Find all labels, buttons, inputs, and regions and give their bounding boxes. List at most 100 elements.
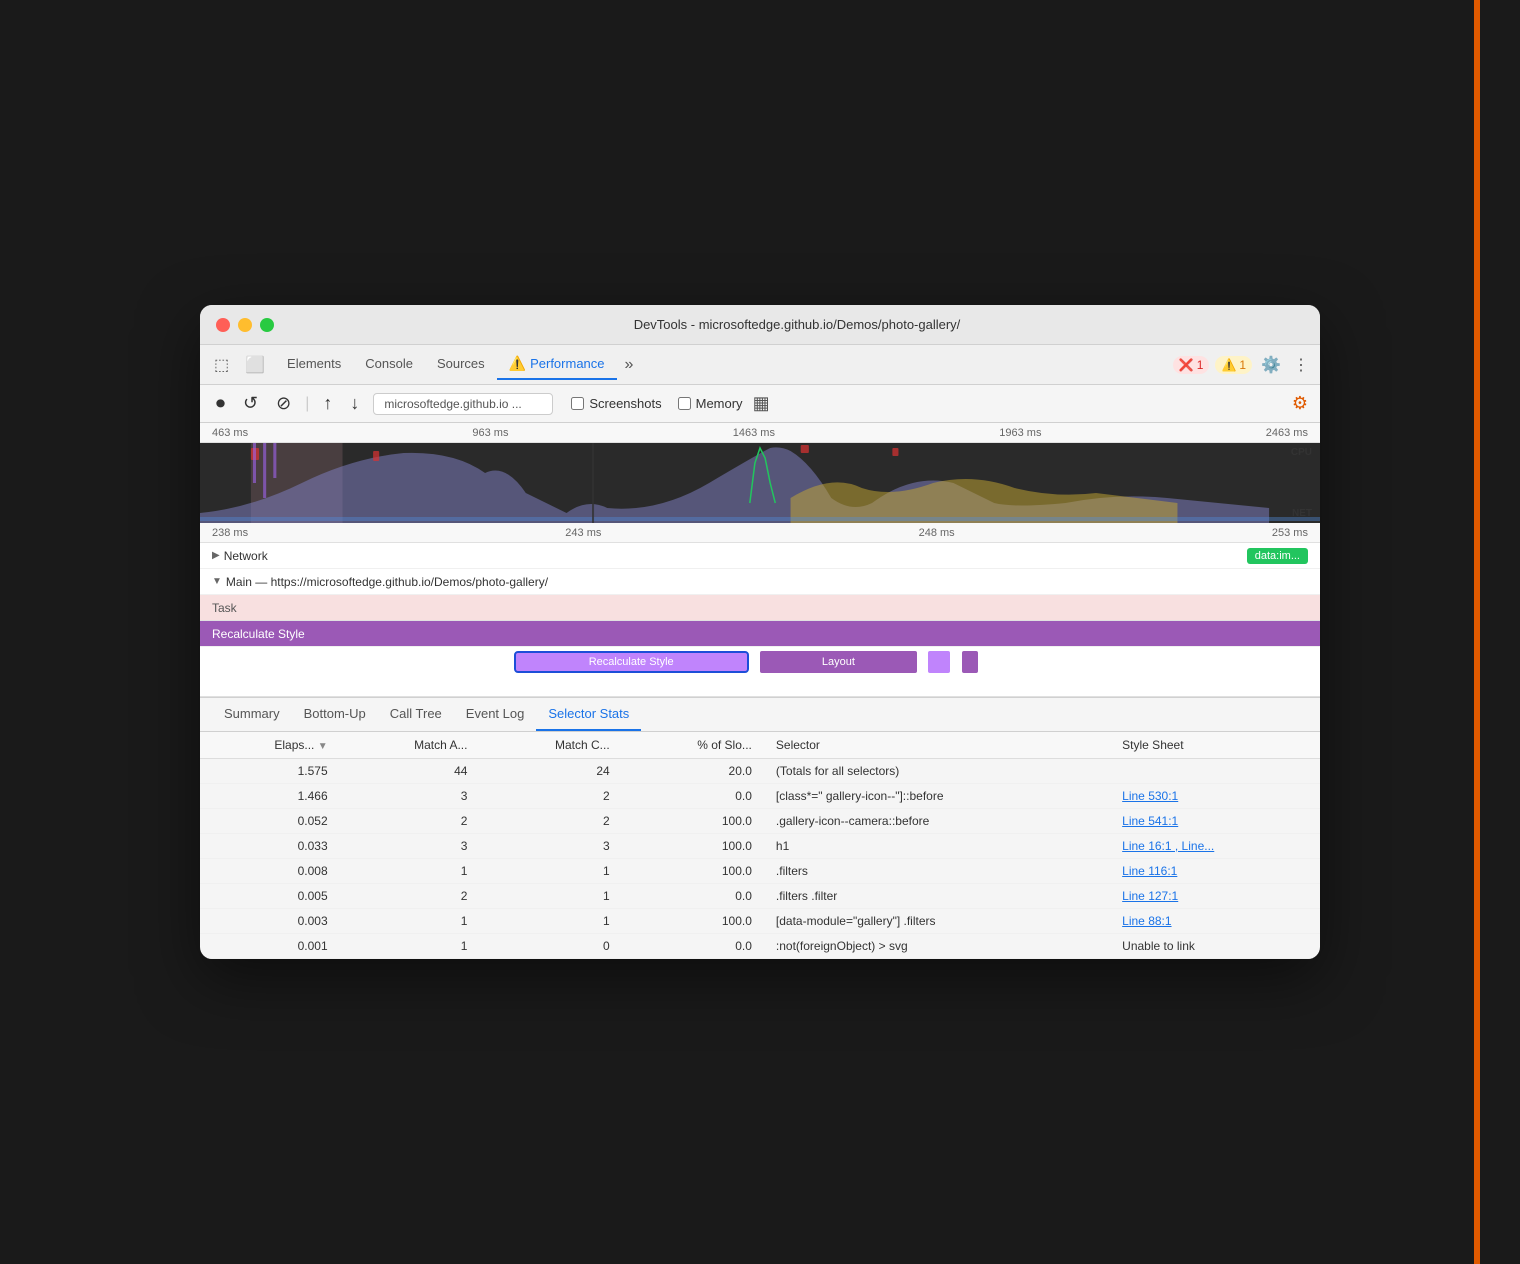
ruler-mark-5: 2463 ms xyxy=(1266,427,1308,439)
memory-checkbox-label[interactable]: Memory xyxy=(678,396,743,411)
network-expand-arrow[interactable]: ▶ xyxy=(212,550,220,561)
error-icon: ❌ xyxy=(1179,358,1194,372)
table-row[interactable]: 0.00811100.0.filtersLine 116:1 xyxy=(200,859,1320,884)
cell-selector: (Totals for all selectors) xyxy=(764,759,1110,784)
cell-stylesheet[interactable]: Line 16:1 , Line... xyxy=(1110,834,1320,859)
table-row[interactable]: 0.03333100.0h1Line 16:1 , Line... xyxy=(200,834,1320,859)
recalc-block-label: Recalculate Style xyxy=(589,656,674,668)
screenshots-checkbox-label[interactable]: Screenshots xyxy=(571,396,661,411)
col-match-a[interactable]: Match A... xyxy=(340,732,480,759)
cell-stylesheet[interactable]: Line 116:1 xyxy=(1110,859,1320,884)
tab-overflow[interactable]: » xyxy=(617,350,642,380)
upload-button[interactable]: ↑ xyxy=(319,391,336,416)
timeline-graph[interactable]: CPU NET xyxy=(200,443,1320,523)
reload-button[interactable]: ↺ xyxy=(239,391,262,416)
tab-summary[interactable]: Summary xyxy=(212,698,292,731)
cell-pct: 0.0 xyxy=(622,884,764,909)
recalc-flame-row[interactable]: Recalculate Style xyxy=(200,621,1320,647)
cell-selector: .filters xyxy=(764,859,1110,884)
network-label: Network xyxy=(224,549,268,563)
cell-match-c: 1 xyxy=(479,909,621,934)
task-label: Task xyxy=(212,601,237,615)
flame-blocks[interactable]: Recalculate Style Layout xyxy=(200,647,1320,697)
memory-checkbox[interactable] xyxy=(678,397,691,410)
inspect-icon[interactable]: ⬚ xyxy=(208,351,235,379)
table-row[interactable]: 0.00311100.0[data-module="gallery"] .fil… xyxy=(200,909,1320,934)
record-button[interactable]: ⏺ xyxy=(212,391,229,416)
timeline-section: 463 ms 963 ms 1463 ms 1963 ms 2463 ms xyxy=(200,423,1320,543)
cell-stylesheet[interactable]: Line 530:1 xyxy=(1110,784,1320,809)
settings-icon[interactable]: ⚙️ xyxy=(1258,352,1284,378)
table-row[interactable]: 0.05222100.0.gallery-icon--camera::befor… xyxy=(200,809,1320,834)
col-selector[interactable]: Selector xyxy=(764,732,1110,759)
cell-elapsed: 0.003 xyxy=(200,909,340,934)
cell-stylesheet[interactable]: Line 88:1 xyxy=(1110,909,1320,934)
device-icon[interactable]: ⬜ xyxy=(239,351,271,379)
small-block-2[interactable] xyxy=(962,651,979,673)
ruler2-mark-1: 238 ms xyxy=(212,527,248,539)
cpu-label: CPU xyxy=(1291,447,1312,458)
cell-elapsed: 0.033 xyxy=(200,834,340,859)
task-flame-row[interactable]: Task xyxy=(200,595,1320,621)
tab-performance[interactable]: ⚠️ Performance xyxy=(497,349,617,380)
ruler-mark-3: 1463 ms xyxy=(733,427,775,439)
col-stylesheet[interactable]: Style Sheet xyxy=(1110,732,1320,759)
perf-settings-icon[interactable]: ⚙ xyxy=(1292,393,1308,414)
tab-elements[interactable]: Elements xyxy=(275,350,353,379)
cell-pct: 100.0 xyxy=(622,859,764,884)
window-title: DevTools - microsoftedge.github.io/Demos… xyxy=(290,317,1304,332)
tab-selector-stats[interactable]: Selector Stats xyxy=(536,698,641,731)
tab-bottom-up[interactable]: Bottom-Up xyxy=(292,698,378,731)
maximize-button[interactable] xyxy=(260,318,274,332)
table-row[interactable]: 0.005210.0.filters .filterLine 127:1 xyxy=(200,884,1320,909)
cell-match-a: 1 xyxy=(340,909,480,934)
small-block-1[interactable] xyxy=(928,651,950,673)
main-collapse-arrow[interactable]: ▼ xyxy=(212,576,222,587)
error-badge: ❌ 1 xyxy=(1173,356,1210,374)
download-button[interactable]: ↓ xyxy=(346,391,363,416)
more-icon[interactable]: ⋮ xyxy=(1290,352,1312,378)
table-row[interactable]: 0.001100.0:not(foreignObject) > svgUnabl… xyxy=(200,934,1320,959)
cell-stylesheet[interactable]: Line 541:1 xyxy=(1110,809,1320,834)
stop-button[interactable]: ⊘ xyxy=(272,391,295,416)
table-body: 1.575442420.0(Totals for all selectors)1… xyxy=(200,759,1320,959)
data-table-wrapper: Elaps... ▼ Match A... Match C... % of Sl… xyxy=(200,732,1320,959)
cell-stylesheet[interactable]: Line 127:1 xyxy=(1110,884,1320,909)
tab-call-tree[interactable]: Call Tree xyxy=(378,698,454,731)
cell-pct: 100.0 xyxy=(622,809,764,834)
minimize-button[interactable] xyxy=(238,318,252,332)
close-button[interactable] xyxy=(216,318,230,332)
cell-selector: h1 xyxy=(764,834,1110,859)
tabs: Elements Console Sources ⚠️ Performance … xyxy=(275,349,1169,380)
cell-match-a: 3 xyxy=(340,784,480,809)
timeline-ruler-bottom: 238 ms 243 ms 248 ms 253 ms xyxy=(200,523,1320,543)
cell-match-a: 44 xyxy=(340,759,480,784)
warning-icon: ⚠️ xyxy=(1221,358,1236,372)
selector-stats-table: Elaps... ▼ Match A... Match C... % of Sl… xyxy=(200,732,1320,959)
screenshot-tool-icon[interactable]: ▦ xyxy=(753,393,770,414)
recalc-block[interactable]: Recalculate Style xyxy=(514,651,749,673)
layout-block[interactable]: Layout xyxy=(760,651,917,673)
tab-bar: ⬚ ⬜ Elements Console Sources ⚠️ Performa… xyxy=(200,345,1320,385)
screenshots-checkbox[interactable] xyxy=(571,397,584,410)
tab-sources[interactable]: Sources xyxy=(425,350,497,379)
tab-console[interactable]: Console xyxy=(353,350,425,379)
col-match-c[interactable]: Match C... xyxy=(479,732,621,759)
network-flame-row[interactable]: ▶ Network data:im... xyxy=(200,543,1320,569)
ruler2-mark-3: 248 ms xyxy=(919,527,955,539)
cell-match-a: 1 xyxy=(340,859,480,884)
table-row[interactable]: 1.466320.0[class*=" gallery-icon--"]::be… xyxy=(200,784,1320,809)
cell-elapsed: 0.008 xyxy=(200,859,340,884)
separator1: | xyxy=(305,395,309,413)
cell-match-c: 2 xyxy=(479,784,621,809)
perf-toolbar: ⏺ ↺ ⊘ | ↑ ↓ microsoftedge.github.io ... … xyxy=(200,385,1320,423)
flame-chart: ▶ Network data:im... ▼ Main — https://mi… xyxy=(200,543,1320,698)
table-row[interactable]: 1.575442420.0(Totals for all selectors) xyxy=(200,759,1320,784)
cell-elapsed: 0.005 xyxy=(200,884,340,909)
cell-selector: [class*=" gallery-icon--"]::before xyxy=(764,784,1110,809)
col-pct[interactable]: % of Slo... xyxy=(622,732,764,759)
tab-event-log[interactable]: Event Log xyxy=(454,698,537,731)
cell-stylesheet xyxy=(1110,759,1320,784)
main-flame-row[interactable]: ▼ Main — https://microsoftedge.github.io… xyxy=(200,569,1320,595)
col-elapsed[interactable]: Elaps... ▼ xyxy=(200,732,340,759)
